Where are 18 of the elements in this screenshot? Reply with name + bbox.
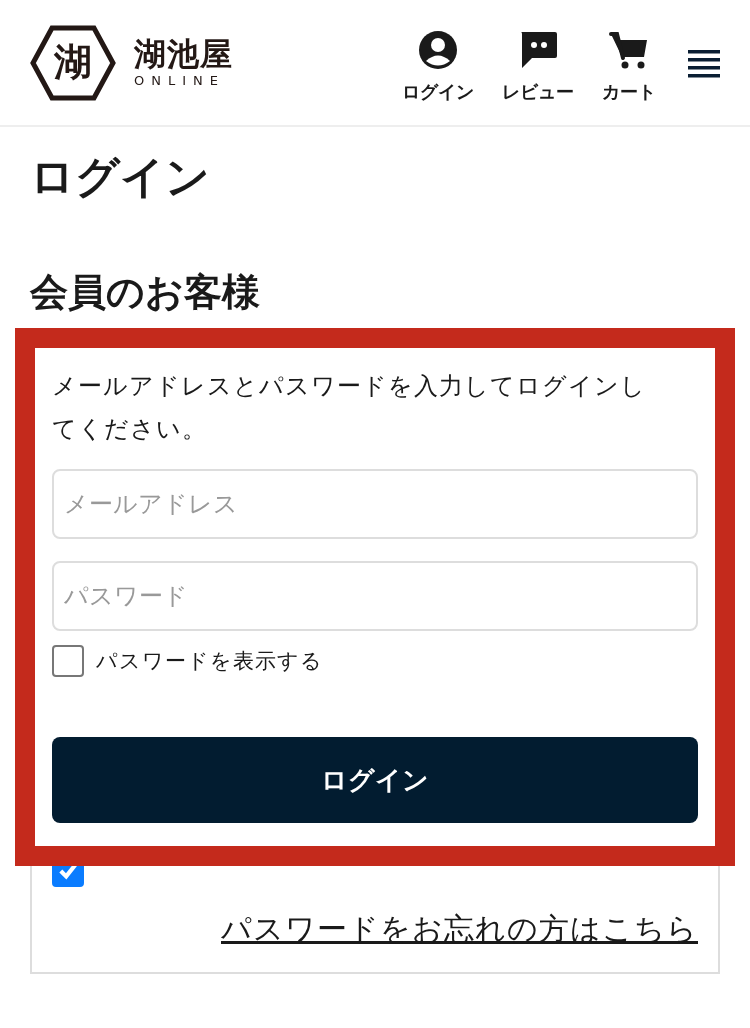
show-password-label: パスワードを表示する — [96, 648, 323, 675]
nav-link[interactable]: レビュー — [502, 29, 574, 104]
forgot-password-link[interactable]: パスワードをお忘れの方はこちら — [221, 909, 698, 950]
login-button[interactable]: ログイン — [52, 737, 698, 823]
instruction-text: メールアドレスとパスワードを入力してログインしてください。 — [52, 371, 647, 445]
logo-mark[interactable]: 湖 — [30, 24, 116, 101]
brand-name: 湖池屋 — [134, 38, 233, 70]
nav-link[interactable]: カート — [602, 29, 656, 104]
brand-subtitle: ONLINE — [134, 74, 225, 87]
email-field[interactable]: メールアドレス — [52, 469, 698, 539]
menu-icon[interactable] — [688, 49, 720, 78]
nav-link[interactable]: ログイン — [402, 29, 474, 104]
user-icon — [418, 29, 458, 70]
page-title: ログイン — [30, 150, 211, 204]
cart-icon — [609, 29, 649, 70]
show-password-checkbox[interactable] — [52, 645, 84, 677]
section-heading: 会員のお客様 — [30, 269, 261, 316]
password-field[interactable]: パスワード — [52, 561, 698, 631]
